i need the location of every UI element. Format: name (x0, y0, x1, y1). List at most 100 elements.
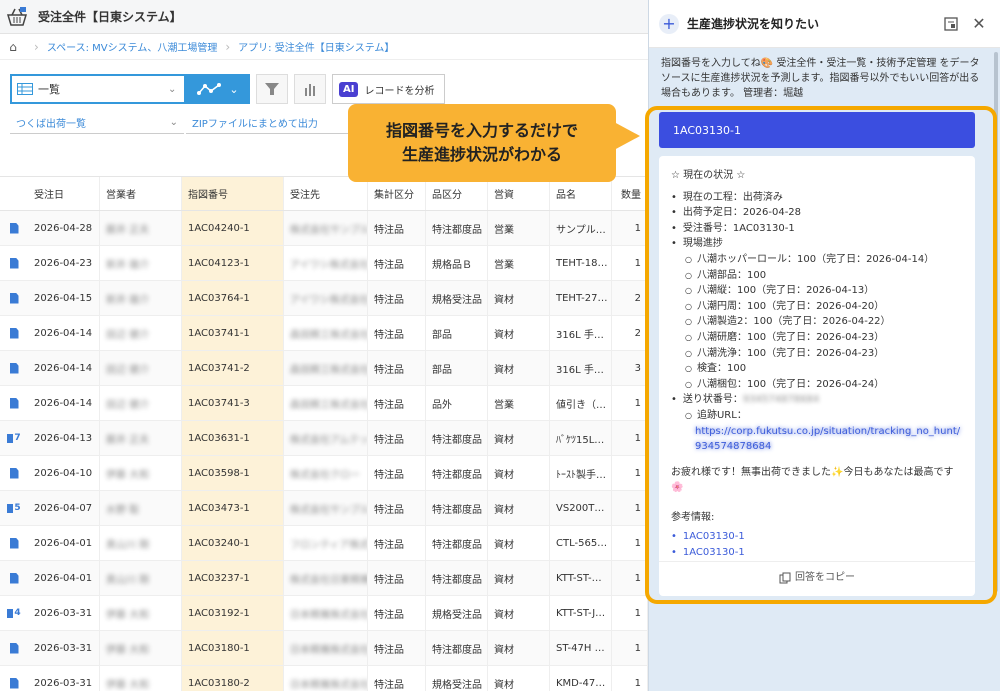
table-row[interactable]: 4 2026-03-31 伊藤 大和 1AC03192-1 日本精機株式会社 特注品 規格受… (0, 596, 648, 631)
graph-icon (197, 83, 222, 95)
cell-name: KTT-ST-… (550, 561, 612, 595)
record-detail-icon[interactable] (0, 246, 28, 280)
table-row[interactable]: 2026-03-31 伊藤 大和 1AC03180-1 日本精機株式会社 特注品 特注都度… (0, 631, 648, 666)
filter-select-label: ZIPファイルにまとめて出力 (192, 119, 318, 130)
analyze-records-button[interactable]: AI レコードを分析 (332, 74, 446, 104)
table-icon (12, 83, 38, 95)
record-detail-icon[interactable] (0, 351, 28, 385)
document-count-icon: 5 (7, 503, 21, 513)
callout-banner: 指図番号を入力するだけで 生産進捗状況がわかる (348, 104, 616, 182)
cell-cat: 部品 (426, 316, 488, 350)
cell-num: 1AC03764-1 (182, 281, 284, 315)
cell-name: TEHT-27… (550, 281, 612, 315)
cell-agg: 特注品 (368, 631, 426, 665)
cell-cat: 規格受注品 (426, 281, 488, 315)
table-row[interactable]: 2026-04-14 田辺 健介 1AC03741-2 森田精工株式会社 特注品 部品 資材… (0, 351, 648, 386)
record-detail-icon[interactable] (0, 211, 28, 245)
cell-date: 2026-04-15 (28, 281, 100, 315)
cell-cust: 日本精機株式会社 (284, 631, 368, 665)
record-detail-icon[interactable] (0, 386, 28, 420)
table-row[interactable]: 2026-04-28 藤井 正夫 1AC04240-1 株式会社サンプル 特注品 特注都度… (0, 211, 648, 246)
cell-qty: 1 (612, 456, 648, 490)
cell-name: KTT-ST-J… (550, 596, 612, 630)
col-header[interactable]: 指図番号 (182, 177, 284, 210)
cell-date: 2026-04-23 (28, 246, 100, 280)
document-icon (9, 642, 19, 654)
table-row[interactable]: 7 2026-04-13藤井 正夫1AC03631-1株式会社アムテック特注品特注… (0, 421, 648, 456)
view-toolbar: 一覧 ⌄ ⌄ AI レコードを分析 (10, 74, 446, 104)
table-row[interactable]: 2026-04-14 田辺 健介 1AC03741-3 森田精工株式会社 特注品 品外 営業… (0, 386, 648, 421)
cell-num: 1AC03631-1 (182, 421, 284, 455)
col-header[interactable]: 数量 (612, 177, 648, 210)
cell-date: 2026-04-10 (28, 456, 100, 490)
header-icon-col (0, 177, 28, 210)
cell-cat: 規格受注品 (426, 666, 488, 691)
table-row[interactable]: 2026-04-23 新井 雄介 1AC04123-1 アイワシ株式会社 特注品 規格品Ｂ… (0, 246, 648, 281)
record-detail-icon[interactable] (0, 631, 28, 665)
cell-cust: 日本精機株式会社 (284, 596, 368, 630)
cell-sales: 水野 聡 (100, 491, 182, 525)
cell-cat: 規格品Ｂ (426, 246, 488, 280)
chevron-down-icon: ⌄ (168, 83, 177, 95)
table-row[interactable]: 2026-04-15 新井 雄介 1AC03764-1 アイワシ株式会社 特注品 規格受注… (0, 281, 648, 316)
breadcrumb-space[interactable]: スペース: MVシステム、八潮工場管理 (47, 39, 218, 54)
cell-sales: 田辺 健介 (100, 386, 182, 420)
table-row[interactable]: 5 2026-04-07 水野 聡 1AC03473-1 株式会社サンプル 特注品 特注都度… (0, 491, 648, 526)
cell-num: 1AC03473-1 (182, 491, 284, 525)
basket-icon[interactable] (0, 0, 34, 34)
document-count-icon: 7 (7, 433, 21, 443)
cell-name: ﾊﾞｹﾂ15L… (550, 421, 612, 455)
cell-date: 2026-04-28 (28, 211, 100, 245)
cell-agg: 特注品 (368, 456, 426, 490)
view-label: 一覧 (38, 83, 60, 96)
record-detail-icon[interactable] (0, 561, 28, 595)
cell-date: 2026-04-14 (28, 386, 100, 420)
cell-qty: 1 (612, 491, 648, 525)
record-detail-icon[interactable] (0, 666, 28, 691)
table-row[interactable]: 2026-04-10 伊藤 大和 1AC03598-1 株式会社クロー 特注品 特注都度品… (0, 456, 648, 491)
cell-sales: 伊藤 大和 (100, 631, 182, 665)
close-icon[interactable]: ✕ (968, 13, 990, 35)
cell-agg: 特注品 (368, 246, 426, 280)
record-detail-icon[interactable] (0, 456, 28, 490)
filter-row: つくば出荷一覧 ⌄ ZIPファイルにまとめて出力 (10, 112, 356, 134)
filter-select-zip[interactable]: ZIPファイルにまとめて出力 (186, 112, 356, 134)
table-row[interactable]: 2026-04-01奥山川 剛1AC03240-1フロンティア株式会社特注品特注… (0, 526, 648, 561)
cell-agg: 特注品 (368, 666, 426, 691)
table-body: 2026-04-28 藤井 正夫 1AC04240-1 株式会社サンプル 特注品 特注都度… (0, 211, 648, 691)
cell-agg: 特注品 (368, 596, 426, 630)
cell-cat: 特注都度品 (426, 631, 488, 665)
cell-date: 2026-04-01 (28, 526, 100, 560)
filter-select-shipping[interactable]: つくば出荷一覧 ⌄ (10, 112, 184, 134)
graph-button[interactable]: ⌄ (186, 74, 250, 104)
cell-cat: 品外 (426, 386, 488, 420)
record-detail-icon[interactable]: 4 (0, 596, 28, 630)
table-row[interactable]: 2026-04-01 奥山川 剛 1AC03237-1 株式会社日東精機 特注品 特注都度… (0, 561, 648, 596)
cell-cat: 特注都度品 (426, 456, 488, 490)
record-detail-icon[interactable]: 7 (0, 421, 28, 455)
table-row[interactable]: 2026-03-31 伊藤 大和 1AC03180-2 日本精機株式会社 特注品 規格受注… (0, 666, 648, 691)
pin-icon[interactable] (940, 13, 962, 35)
chart-button[interactable] (294, 74, 326, 104)
record-detail-icon[interactable] (0, 316, 28, 350)
funnel-icon (265, 83, 279, 95)
cell-mat: 資材 (488, 316, 550, 350)
document-icon (9, 677, 19, 689)
cell-name: ﾄｰｽﾄ製手… (550, 456, 612, 490)
cell-mat: 資材 (488, 666, 550, 691)
record-detail-icon[interactable]: 5 (0, 491, 28, 525)
view-select[interactable]: 一覧 ⌄ (10, 74, 186, 104)
filter-button[interactable] (256, 74, 288, 104)
breadcrumb-app[interactable]: アプリ: 受注全件【日東システム】 (238, 39, 394, 54)
home-icon[interactable]: ⌂ (0, 40, 26, 54)
cell-cust: 株式会社サンプル (284, 211, 368, 245)
table-row[interactable]: 2026-04-14 田辺 健介 1AC03741-1 森田精工株式会社 特注品 部品 資材… (0, 316, 648, 351)
document-icon (9, 537, 19, 549)
record-detail-icon[interactable] (0, 526, 28, 560)
cell-sales: 伊藤 大和 (100, 666, 182, 691)
col-header[interactable]: 営業者 (100, 177, 182, 210)
document-icon (9, 467, 19, 479)
record-detail-icon[interactable] (0, 281, 28, 315)
col-header[interactable]: 受注日 (28, 177, 100, 210)
plus-icon[interactable]: + (659, 13, 679, 34)
